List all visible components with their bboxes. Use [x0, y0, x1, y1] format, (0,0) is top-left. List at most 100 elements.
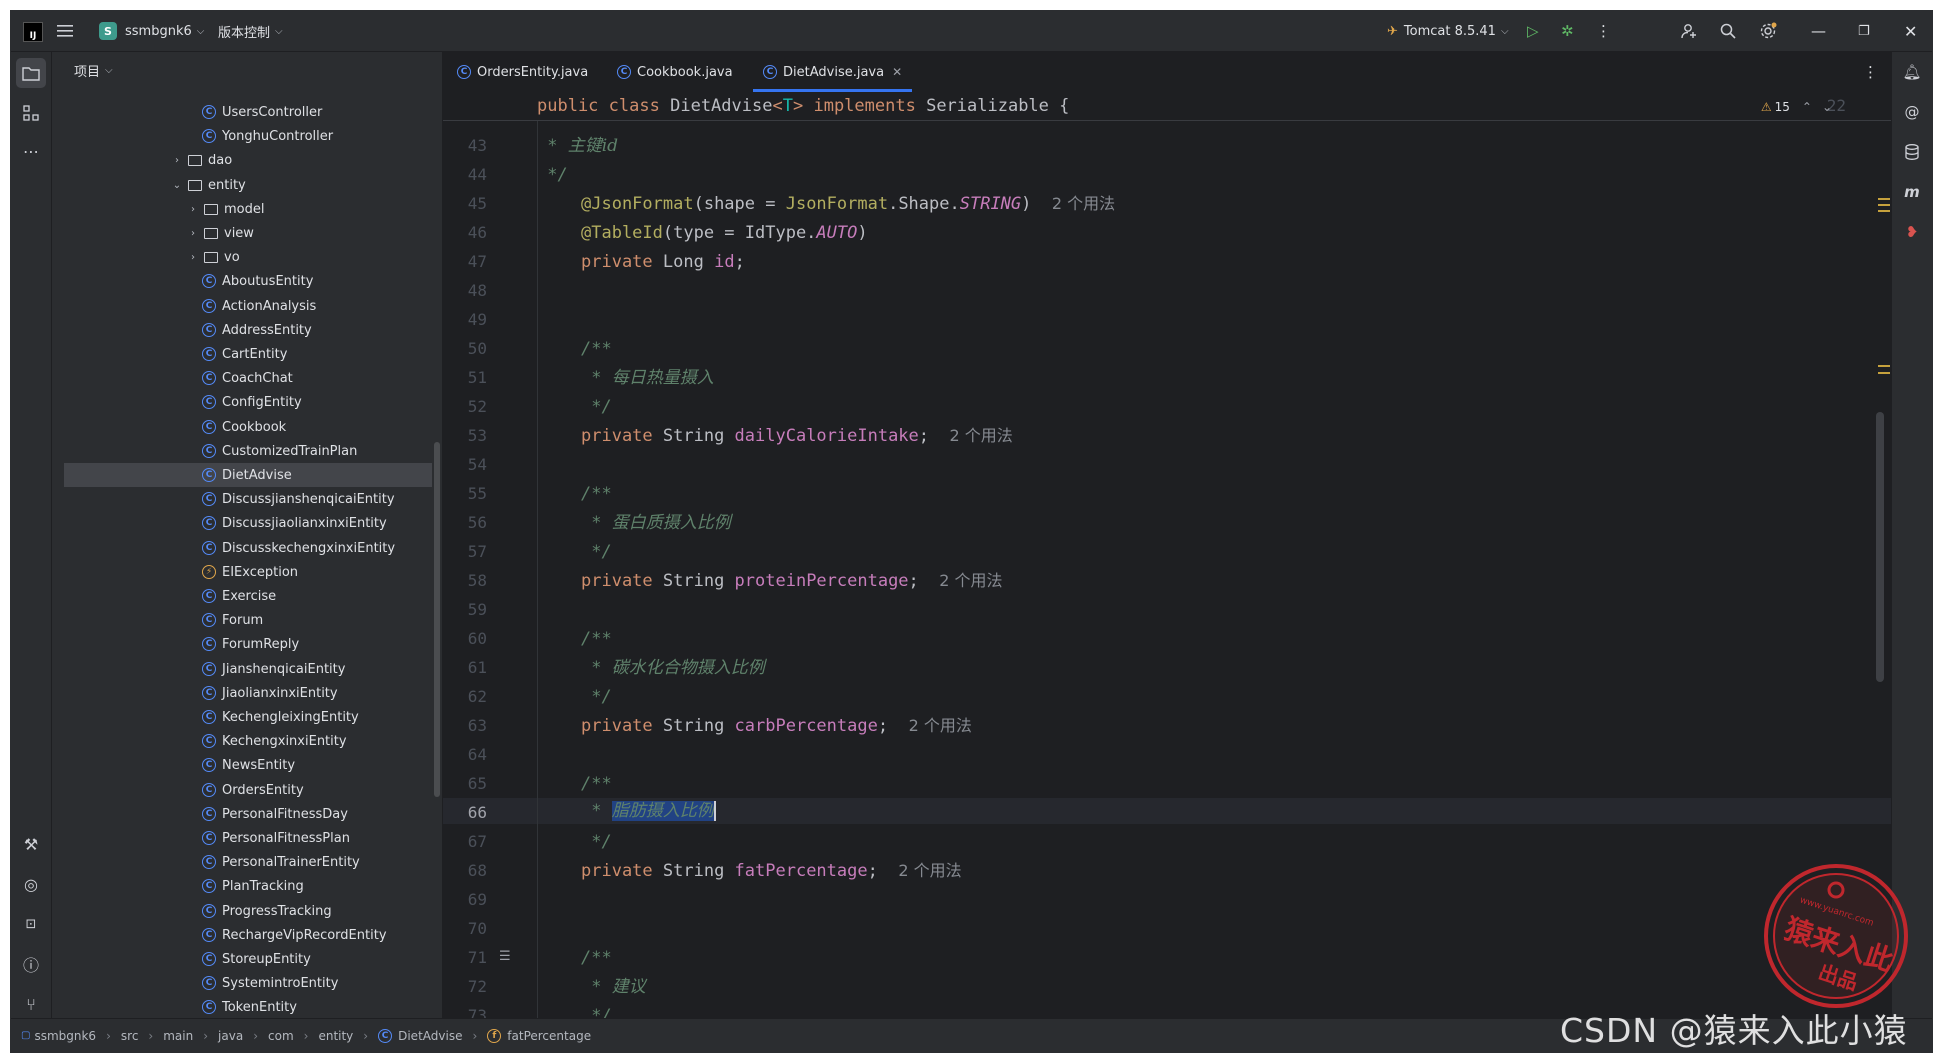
- line-number[interactable]: 69: [443, 888, 487, 912]
- tree-item[interactable]: C DiscussjiaolianxinxiEntity: [202, 511, 387, 535]
- usage-hint[interactable]: 2 个用法: [1052, 194, 1115, 213]
- tree-item[interactable]: C ConfigEntity: [202, 390, 302, 414]
- tree-item[interactable]: C DiscusskechengxinxiEntity: [202, 536, 395, 560]
- chevron-down-icon[interactable]: ⌄: [170, 180, 184, 191]
- tree-item[interactable]: C JianshenqicaiEntity: [202, 657, 345, 681]
- project-panel-header[interactable]: 项目 ⌵: [52, 52, 442, 88]
- tree-item[interactable]: C DietAdvise: [64, 463, 432, 487]
- git-tool-button[interactable]: ⑂: [16, 989, 46, 1019]
- line-number[interactable]: 59: [443, 598, 487, 622]
- chevron-down-icon[interactable]: ⌄: [1822, 100, 1832, 114]
- tree-item[interactable]: C Exercise: [202, 584, 276, 608]
- chevron-right-icon[interactable]: ›: [186, 228, 200, 239]
- warning-stripe[interactable]: [1878, 204, 1890, 206]
- chevron-up-icon[interactable]: ⌃: [1802, 100, 1812, 114]
- tree-item[interactable]: C KechengleixingEntity: [202, 705, 359, 729]
- breadcrumb-item[interactable]: ▢ ssmbgnk6 ›: [21, 1029, 111, 1043]
- tree-item[interactable]: C Cookbook: [202, 415, 286, 439]
- line-number[interactable]: 72: [443, 975, 487, 999]
- line-number[interactable]: 66: [443, 801, 487, 825]
- tree-item[interactable]: C Forum: [202, 608, 263, 632]
- tree-item[interactable]: › view: [186, 221, 254, 245]
- line-number[interactable]: 57: [443, 540, 487, 564]
- line-number[interactable]: 51: [443, 366, 487, 390]
- warning-stripe[interactable]: [1878, 210, 1890, 212]
- chevron-right-icon[interactable]: ›: [186, 204, 200, 215]
- code-area[interactable]: * 主键id */ @JsonFormat(shape = JsonFormat…: [537, 92, 1892, 1026]
- line-number[interactable]: 58: [443, 569, 487, 593]
- database-button[interactable]: [1900, 140, 1924, 164]
- tree-item[interactable]: C StoreupEntity: [202, 947, 311, 971]
- line-number[interactable]: 67: [443, 830, 487, 854]
- tree-item[interactable]: C ActionAnalysis: [202, 294, 316, 318]
- tree-item[interactable]: C NewsEntity: [202, 753, 295, 777]
- tree-item[interactable]: C RechargeVipRecordEntity: [202, 923, 387, 947]
- more-actions-button[interactable]: ⋮: [1596, 11, 1611, 51]
- line-number[interactable]: 64: [443, 743, 487, 767]
- tree-item[interactable]: C PersonalFitnessDay: [202, 802, 348, 826]
- tree-item[interactable]: C ProgressTracking: [202, 899, 332, 923]
- line-number[interactable]: 65: [443, 772, 487, 796]
- warning-stripe[interactable]: [1878, 198, 1890, 200]
- tree-item[interactable]: C DiscussjianshenqicaiEntity: [202, 487, 395, 511]
- sticky-class-header[interactable]: 22 public class DietAdvise<T> implements…: [443, 92, 1892, 121]
- project-switcher[interactable]: S ssmbgnk6 ⌵: [99, 11, 204, 51]
- usage-hint[interactable]: 2 个用法: [950, 426, 1013, 445]
- line-number[interactable]: 60: [443, 627, 487, 651]
- tree-item[interactable]: C PlanTracking: [202, 874, 304, 898]
- tree-item[interactable]: C PersonalTrainerEntity: [202, 850, 360, 874]
- line-number[interactable]: 44: [443, 163, 487, 187]
- tab-orders-entity[interactable]: C OrdersEntity.java: [457, 52, 588, 92]
- line-number[interactable]: 54: [443, 453, 487, 477]
- line-number[interactable]: 46: [443, 221, 487, 245]
- line-number[interactable]: 48: [443, 279, 487, 303]
- tree-item[interactable]: C TokenEntity: [202, 995, 297, 1018]
- run-config-selector[interactable]: ✈ Tomcat 8.5.41 ⌵: [1387, 11, 1509, 51]
- tree-item[interactable]: C KechengxinxiEntity: [202, 729, 347, 753]
- chevron-right-icon[interactable]: ›: [186, 252, 200, 263]
- project-tool-button[interactable]: [16, 58, 46, 88]
- usage-hint[interactable]: 2 个用法: [939, 571, 1002, 590]
- line-number[interactable]: 47: [443, 250, 487, 274]
- plugin-button[interactable]: ❥: [1900, 220, 1924, 244]
- breadcrumb-item[interactable]: C DietAdvise ›: [378, 1028, 477, 1043]
- tree-item[interactable]: C PersonalFitnessPlan: [202, 826, 350, 850]
- line-number[interactable]: 55: [443, 482, 487, 506]
- tree-item[interactable]: C SystemintroEntity: [202, 971, 338, 995]
- vcs-menu[interactable]: 版本控制 ⌵: [218, 11, 283, 51]
- tree-item[interactable]: C YonghuController: [202, 124, 333, 148]
- tree-item[interactable]: C ForumReply: [202, 632, 299, 656]
- ai-assistant-button[interactable]: @: [1900, 100, 1924, 124]
- services-tool-button[interactable]: ◎: [16, 869, 46, 899]
- tree-item[interactable]: › dao: [170, 148, 232, 172]
- line-number[interactable]: 56: [443, 511, 487, 535]
- run-button[interactable]: ▷: [1527, 11, 1539, 51]
- breadcrumb-item[interactable]: main ›: [163, 1029, 208, 1043]
- debug-button[interactable]: ✲: [1561, 11, 1574, 51]
- tree-item[interactable]: C OrdersEntity: [202, 778, 304, 802]
- settings-button[interactable]: [1759, 11, 1777, 51]
- inspection-widget[interactable]: ⚠ 15 ⌃ ⌄: [1761, 100, 1832, 114]
- breadcrumb-item[interactable]: entity ›: [318, 1029, 368, 1043]
- line-number[interactable]: 45: [443, 192, 487, 216]
- tab-diet-advise[interactable]: C DietAdvise.java ✕: [753, 52, 913, 92]
- tree-item[interactable]: C AddressEntity: [202, 318, 312, 342]
- tree-item[interactable]: C CartEntity: [202, 342, 287, 366]
- problems-tool-button[interactable]: ⓘ: [16, 949, 46, 979]
- line-number[interactable]: 62: [443, 685, 487, 709]
- tree-item[interactable]: C UsersController: [202, 100, 322, 124]
- account-button[interactable]: [1681, 11, 1697, 51]
- tree-item[interactable]: C AboutusEntity: [202, 269, 313, 293]
- main-menu-button[interactable]: [57, 11, 73, 51]
- breadcrumb-item[interactable]: com ›: [268, 1029, 308, 1043]
- line-number[interactable]: 53: [443, 424, 487, 448]
- close-tab-icon[interactable]: ✕: [892, 65, 902, 79]
- tree-item[interactable]: C CustomizedTrainPlan: [202, 439, 357, 463]
- tree-item[interactable]: › vo: [186, 245, 240, 269]
- more-tools-button[interactable]: ⋯: [16, 136, 46, 166]
- tree-item[interactable]: C JiaolianxinxiEntity: [202, 681, 338, 705]
- line-number[interactable]: 71: [443, 946, 487, 970]
- line-number[interactable]: 70: [443, 917, 487, 941]
- breadcrumb-item[interactable]: src ›: [121, 1029, 153, 1043]
- breadcrumb-item[interactable]: f fatPercentage: [487, 1028, 591, 1043]
